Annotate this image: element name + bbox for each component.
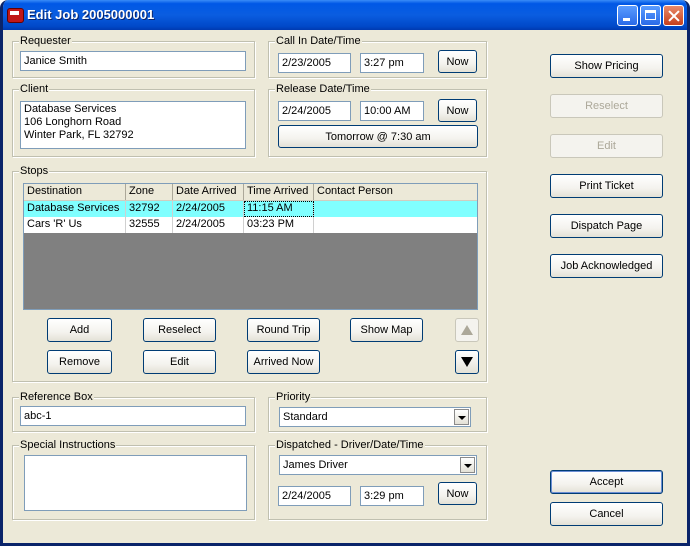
reference-input[interactable]: abc-1 [20, 406, 246, 426]
edit-job-window: Edit Job 2005000001 Requester Janice Smi… [0, 0, 690, 546]
column-header-contact-person[interactable]: Contact Person [314, 184, 477, 200]
driver-value: James Driver [283, 459, 348, 471]
call-in-date-input[interactable]: 2/23/2005 [278, 53, 351, 73]
maximize-icon[interactable] [640, 5, 661, 26]
minimize-icon[interactable] [617, 5, 638, 26]
stops-header: Destination Zone Date Arrived Time Arriv… [24, 184, 477, 201]
cell-destination: Database Services [24, 201, 126, 217]
stops-list[interactable]: Destination Zone Date Arrived Time Arriv… [23, 183, 478, 310]
dispatched-time-input[interactable]: 3:29 pm [360, 486, 424, 506]
remove-stop-button[interactable]: Remove [47, 350, 112, 374]
column-header-date-arrived[interactable]: Date Arrived [173, 184, 244, 200]
client-label: Client [19, 82, 50, 96]
client-textarea[interactable]: Database Services 106 Longhorn Road Wint… [20, 101, 246, 149]
cell-destination: Cars 'R' Us [24, 217, 126, 233]
requester-input[interactable]: Janice Smith [20, 51, 246, 71]
column-header-zone[interactable]: Zone [126, 184, 173, 200]
tomorrow-button[interactable]: Tomorrow @ 7:30 am [278, 125, 478, 148]
show-pricing-button[interactable]: Show Pricing [550, 54, 663, 78]
driver-select[interactable]: James Driver [279, 455, 477, 475]
arrived-now-button[interactable]: Arrived Now [247, 350, 320, 374]
client-line: Winter Park, FL 32792 [24, 129, 134, 141]
job-acknowledged-button[interactable]: Job Acknowledged [550, 254, 663, 278]
column-header-time-arrived[interactable]: Time Arrived [244, 184, 314, 200]
dispatched-label: Dispatched - Driver/Date/Time [275, 438, 425, 452]
chevron-down-icon[interactable] [454, 409, 469, 425]
round-trip-button[interactable]: Round Trip [247, 318, 320, 342]
dispatched-now-button[interactable]: Now [438, 482, 477, 505]
release-now-button[interactable]: Now [438, 99, 477, 122]
call-in-now-button[interactable]: Now [438, 50, 477, 73]
print-ticket-button[interactable]: Print Ticket [550, 174, 663, 198]
app-icon [7, 8, 24, 23]
cell-time-arrived[interactable]: 11:15 AM [244, 201, 314, 217]
call-in-label: Call In Date/Time [275, 34, 362, 48]
move-down-icon[interactable] [455, 350, 479, 374]
move-up-icon[interactable] [455, 318, 479, 342]
priority-value: Standard [283, 411, 328, 423]
priority-label: Priority [275, 390, 312, 404]
edit-stop-button[interactable]: Edit [143, 350, 216, 374]
cell-zone: 32792 [126, 201, 173, 217]
release-date-input[interactable]: 2/24/2005 [278, 101, 351, 121]
show-map-button[interactable]: Show Map [350, 318, 423, 342]
chevron-down-icon[interactable] [460, 457, 475, 473]
table-row[interactable]: Database Services 32792 2/24/2005 11:15 … [24, 201, 477, 217]
table-row[interactable]: Cars 'R' Us 32555 2/24/2005 03:23 PM [24, 217, 477, 233]
dispatch-page-button[interactable]: Dispatch Page [550, 214, 663, 238]
cell-date-arrived: 2/24/2005 [173, 217, 244, 233]
cell-zone: 32555 [126, 217, 173, 233]
cell-date-arrived: 2/24/2005 [173, 201, 244, 217]
special-instructions-textarea[interactable] [24, 455, 247, 511]
special-label: Special Instructions [19, 438, 117, 452]
release-label: Release Date/Time [275, 82, 371, 96]
client-line: Database Services [24, 103, 117, 115]
title-bar[interactable]: Edit Job 2005000001 [3, 0, 687, 30]
column-header-destination[interactable]: Destination [24, 184, 126, 200]
edit-button[interactable]: Edit [550, 134, 663, 158]
cell-contact-person [314, 201, 477, 217]
requester-label: Requester [19, 34, 72, 48]
priority-select[interactable]: Standard [279, 407, 471, 427]
reselect-button[interactable]: Reselect [550, 94, 663, 118]
call-in-time-input[interactable]: 3:27 pm [360, 53, 424, 73]
window-title: Edit Job 2005000001 [27, 7, 155, 22]
close-icon[interactable] [663, 5, 684, 26]
cancel-button[interactable]: Cancel [550, 502, 663, 526]
dispatched-date-input[interactable]: 2/24/2005 [278, 486, 351, 506]
cell-contact-person [314, 217, 477, 233]
stops-label: Stops [19, 164, 50, 178]
add-stop-button[interactable]: Add [47, 318, 112, 342]
accept-button[interactable]: Accept [550, 470, 663, 494]
client-line: 106 Longhorn Road [24, 116, 122, 128]
reselect-stop-button[interactable]: Reselect [143, 318, 216, 342]
release-time-input[interactable]: 10:00 AM [360, 101, 424, 121]
cell-time-arrived: 03:23 PM [244, 217, 314, 233]
reference-label: Reference Box [19, 390, 94, 404]
